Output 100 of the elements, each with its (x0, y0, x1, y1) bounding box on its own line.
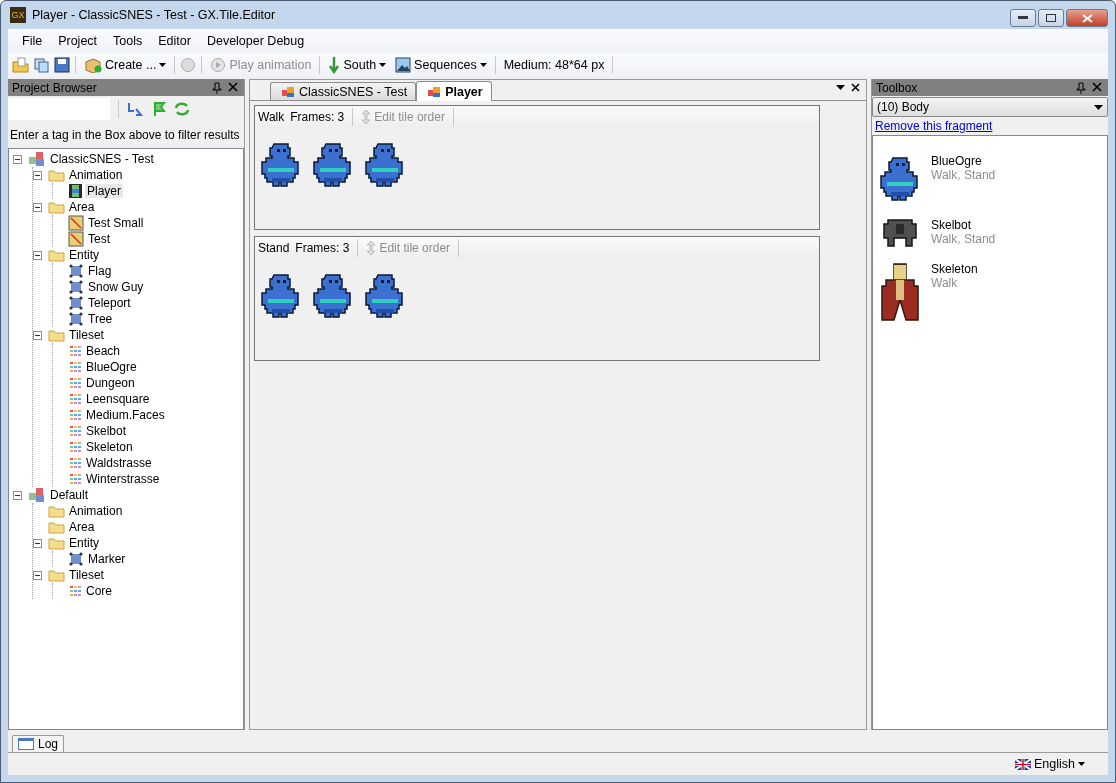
collapse-toggle[interactable] (33, 202, 42, 212)
create-dropdown[interactable]: Create ... (81, 56, 170, 74)
collapse-toggle[interactable] (33, 170, 42, 180)
sequences-dropdown[interactable]: Sequences (392, 56, 490, 74)
window-icon (18, 738, 34, 750)
refresh-icon[interactable] (173, 101, 191, 117)
pin-icon[interactable] (1076, 81, 1088, 94)
flag-icon (1015, 758, 1031, 770)
tree-item[interactable]: Test (86, 232, 112, 246)
tag-filter-field[interactable] (8, 98, 110, 120)
menu-item[interactable]: Editor (150, 32, 199, 50)
collapse-toggle[interactable] (33, 538, 42, 548)
flag-icon[interactable] (151, 101, 167, 117)
folder-icon (48, 568, 65, 582)
tree-item[interactable]: BlueOgre (84, 360, 139, 374)
tree-item[interactable]: Marker (86, 552, 128, 566)
dropdown-arrow-icon[interactable] (836, 85, 845, 90)
caret-icon (379, 63, 387, 67)
up-down-arrow-icon (366, 240, 377, 256)
collapse-toggle[interactable] (33, 570, 42, 580)
tree-item[interactable]: ClassicSNES - Test (48, 152, 156, 166)
app-logo: GX (10, 7, 26, 23)
tree-item[interactable]: Test Small (86, 216, 146, 230)
remove-fragment-link[interactable]: Remove this fragment (872, 117, 996, 135)
ogre-sprite-drawing (880, 154, 920, 204)
tree-item[interactable]: Teleport (86, 296, 133, 310)
image-icon (395, 57, 412, 73)
minimize-icon (1018, 16, 1028, 20)
caret-icon (159, 63, 167, 67)
tile-grid-icon (68, 392, 82, 406)
tree-item[interactable]: Skeleton (84, 440, 135, 454)
sort-icon[interactable] (127, 101, 145, 117)
tree-item[interactable]: Entity (67, 248, 101, 262)
document-icon (427, 85, 442, 98)
folder-icon (48, 520, 65, 534)
close-icon[interactable] (851, 83, 860, 92)
down-arrow-icon (328, 56, 341, 74)
tile-grid-icon (68, 440, 82, 454)
folder-icon (48, 504, 65, 518)
tree-item[interactable]: Player (85, 184, 123, 198)
cubes-icon (28, 151, 46, 167)
language-dropdown[interactable]: English (1012, 756, 1088, 772)
panel-title: Project Browser (12, 80, 98, 95)
tree-item[interactable]: Dungeon (84, 376, 137, 390)
collapse-toggle[interactable] (13, 490, 22, 500)
pin-icon[interactable] (212, 81, 224, 94)
copy-icon[interactable] (33, 57, 51, 73)
tree-item[interactable]: Animation (67, 168, 125, 182)
collapse-toggle[interactable] (33, 330, 42, 340)
direction-dropdown[interactable]: South (325, 55, 390, 75)
tree-item[interactable]: Tree (86, 312, 115, 326)
close-button[interactable] (1066, 9, 1108, 27)
tree-item[interactable]: Area (67, 200, 97, 214)
caret-icon (479, 63, 487, 67)
tree-item[interactable]: Entity (67, 536, 101, 550)
tile-grid-icon (68, 424, 82, 438)
sprite-tags: Walk, Stand (931, 232, 996, 246)
tree-item[interactable]: Flag (86, 264, 114, 278)
tree-item[interactable]: Waldstrasse (84, 456, 154, 470)
window-title: Player - ClassicSNES - Test - GX.Tile.Editor (32, 8, 277, 22)
menu-item[interactable]: Project (50, 32, 106, 50)
document-icon (281, 85, 295, 98)
save-icon[interactable] (54, 57, 70, 73)
tile-grid-icon (68, 408, 82, 422)
tree-item[interactable]: Skelbot (84, 424, 129, 438)
log-tab[interactable]: Log (12, 735, 65, 752)
tree-item[interactable]: Leensquare (84, 392, 152, 406)
tree-item[interactable]: Snow Guy (86, 280, 146, 294)
map-icon (68, 231, 84, 247)
ogre-sprite-drawing (313, 140, 353, 190)
tree-item[interactable]: Beach (84, 344, 123, 358)
tree-item[interactable]: Tileset (67, 328, 106, 342)
collapse-toggle[interactable] (33, 250, 42, 260)
ogre-sprite-drawing (261, 140, 301, 190)
fragment-dropdown[interactable]: (10) Body (872, 97, 1108, 117)
tree-item[interactable]: Core (84, 584, 114, 598)
document-tab[interactable]: ClassicSNES - Test (270, 82, 417, 100)
tree-item[interactable]: Animation (67, 504, 125, 518)
tree-item[interactable]: Default (48, 488, 91, 502)
minimize-button[interactable] (1010, 9, 1036, 27)
tile-grid-icon (68, 456, 82, 470)
tree-item[interactable]: Area (67, 520, 97, 534)
frame-count: Frames: 3 (290, 110, 345, 124)
document-tab[interactable]: Player (416, 81, 492, 101)
collapse-toggle[interactable] (13, 154, 22, 164)
tile-grid-icon (68, 472, 82, 486)
sprite-tags: Walk, Stand (931, 168, 996, 182)
menu-item[interactable]: Tools (105, 32, 151, 50)
maximize-button[interactable] (1038, 9, 1064, 27)
caret-icon (1094, 104, 1103, 110)
sprite-name: BlueOgre (931, 154, 983, 168)
tree-item[interactable]: Medium.Faces (84, 408, 167, 422)
entity-icon (68, 311, 84, 327)
robot-sprite-drawing (880, 218, 920, 248)
sequence-name: Stand (258, 241, 290, 255)
tree-item[interactable]: Tileset (67, 568, 106, 582)
tree-item[interactable]: Winterstrasse (84, 472, 162, 486)
menu-item[interactable]: Developer Debug (198, 32, 313, 50)
menu-item[interactable]: File (14, 32, 51, 50)
entity-icon (68, 295, 84, 311)
